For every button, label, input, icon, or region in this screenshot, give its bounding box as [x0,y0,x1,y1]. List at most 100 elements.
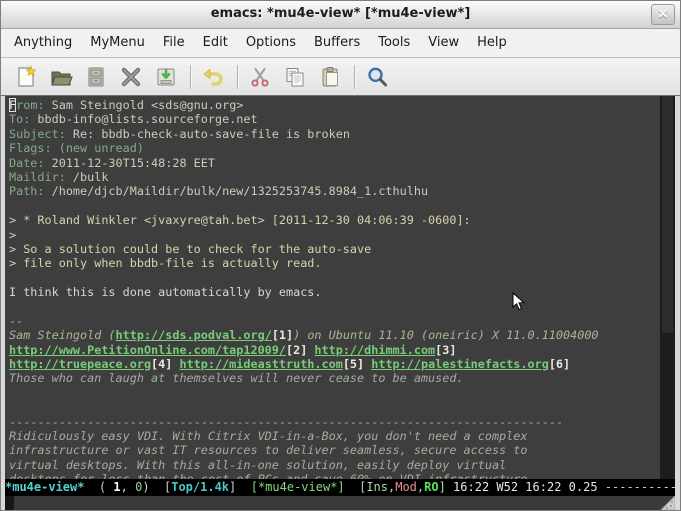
text-segment: Those who can laugh at themselves will n… [9,371,464,385]
menu-item-buffers[interactable]: Buffers [305,29,369,57]
buffer-line: Maildir: /bulk [9,170,660,184]
window-title: emacs: *mu4e-view* [*mu4e-view*] [1,6,680,21]
menu-item-options[interactable]: Options [237,29,305,57]
text-segment: Re: bbdb-check-auto-save-file is broken [66,127,350,141]
open-folder-icon [49,65,73,89]
close-buffer-button[interactable] [118,64,144,90]
menu-item-anything[interactable]: Anything [5,29,81,57]
buffer-line: Flags: (new unread) [9,141,660,155]
buffer-line: http://www.PetitionOnline.com/tap12009/ [… [9,343,660,357]
text-segment: desktops for less than the cost of PCs a… [9,472,527,479]
menu-item-view[interactable]: View [419,29,468,57]
close-button[interactable]: × [651,4,675,25]
link[interactable]: http://truepeace.org [9,357,151,371]
text-segment: Path: [9,184,45,198]
text-segment: Sam Steingold ( [9,328,116,342]
buffer-line: > * Roland Winkler <jvaxyre@tah.bet> [20… [9,213,660,227]
buffer-line: Date: 2011-12-30T15:48:28 EET [9,156,660,170]
text-segment: /bulk [66,170,109,184]
mode-line: *mu4e-view* ( 1, 0) [Top/1.4k] [*mu4e-vi… [5,479,675,496]
toolbar-separator [190,65,192,89]
menu-item-help[interactable]: Help [468,29,516,57]
text-segment: Sam Steingold <sds@gnu.org> [45,98,244,112]
modeline-segment: -------------------- [605,480,675,494]
text-segment: infrastructure or vast IT resources to d… [9,443,527,457]
buffer-line [9,199,660,213]
text-segment: Flags: [9,141,52,155]
link[interactable]: http://www.PetitionOnline.com/tap12009/ [9,343,286,357]
buffer-line: From: Sam Steingold <sds@gnu.org> [9,98,660,112]
text-segment: To: [9,112,30,126]
text-segment: > [9,228,16,242]
save-buffer-button[interactable] [153,64,179,90]
text-segment: > * Roland Winkler <jvaxyre@tah.bet> [20… [9,213,471,227]
resize-grip[interactable] [661,496,675,510]
text-segment: Subject: [9,127,66,141]
text-segment: ----------------------------------------… [9,415,563,429]
menu-item-tools[interactable]: Tools [369,29,419,57]
text-segment: Maildir: [9,170,66,184]
link[interactable]: http://mideasttruth.com [179,357,342,371]
undo-icon [201,65,225,89]
modeline-segment: Top/1.4k [171,480,229,494]
modeline-segment: Mod [395,480,417,494]
paste-button[interactable] [317,64,343,90]
buffer-line: -- [9,314,660,328]
directory-button[interactable] [83,64,109,90]
menu-bar: AnythingMyMenuFileEditOptionsBuffersTool… [1,29,680,58]
modeline-segment: *mu4e-view* [5,480,84,494]
modeline-segment: RO [424,480,438,494]
scissors-icon [248,65,272,89]
toolbar-separator [354,65,356,89]
buffer-line [9,400,660,414]
link[interactable]: http://sds.podval.org/ [116,328,272,342]
menu-item-edit[interactable]: Edit [194,29,237,57]
echo-area[interactable] [5,496,675,510]
close-icon: × [657,6,669,22]
buffer-line: To: bbdb-info@lists.sourceforge.net [9,112,660,126]
modeline-segment: [*mu4e-view*] [251,480,345,494]
menu-item-file[interactable]: File [154,29,194,57]
search-icon [365,65,389,89]
scrollbar[interactable] [660,96,675,479]
tool-bar [1,58,680,96]
link[interactable]: http://palestinefacts.org [371,357,549,371]
copy-button[interactable] [282,64,308,90]
text-segment: /home/djcb/Maildir/bulk/new/1325253745.8… [45,184,429,198]
buffer-line: Path: /home/djcb/Maildir/bulk/new/132525… [9,184,660,198]
title-bar[interactable]: emacs: *mu4e-view* [*mu4e-view*] × [1,1,680,29]
link[interactable]: http://dhimmi.com [314,343,435,357]
text-segment: Date: [9,156,45,170]
buffer-line [9,271,660,285]
new-file-button[interactable] [13,64,39,90]
text-segment: [5] [343,357,364,371]
buffer-line: > file only when bbdb-file is actually r… [9,256,660,270]
emacs-window: emacs: *mu4e-view* [*mu4e-view*] × Anyth… [0,0,681,511]
buffer-line: infrastructure or vast IT resources to d… [9,443,660,457]
modeline-segment: ( [84,480,113,494]
buffer-line: desktops for less than the cost of PCs a… [9,472,660,479]
copy-icon [283,65,307,89]
modeline-segment: 1 [113,480,120,494]
text-segment: virtual desktops. With this all-in-one s… [9,458,506,472]
undo-button[interactable] [200,64,226,90]
text-segment: [3] [435,343,456,357]
close-x-icon [119,65,143,89]
open-file-button[interactable] [48,64,74,90]
text-segment: Ridiculously easy VDI. With Citrix VDI-i… [9,429,527,443]
buffer-line: > So a solution could be to check for th… [9,242,660,256]
buffer-line: virtual desktops. With this all-in-one s… [9,458,660,472]
text-segment: -- [9,314,23,328]
buffer-line [9,386,660,400]
new-file-icon [14,65,38,89]
text-segment: rom: [16,98,44,112]
menu-item-mymenu[interactable]: MyMenu [81,29,154,57]
scrollbar-thumb[interactable] [662,96,673,333]
clipboard-icon [318,65,342,89]
search-button[interactable] [364,64,390,90]
text-segment: > file only when bbdb-file is actually r… [9,256,322,270]
buffer-line: Sam Steingold (http://sds.podval.org/[1]… [9,328,660,342]
buffer-text[interactable]: From: Sam Steingold <sds@gnu.org>To: bbd… [5,96,660,479]
cut-button[interactable] [247,64,273,90]
text-segment: (new unread) [52,141,144,155]
